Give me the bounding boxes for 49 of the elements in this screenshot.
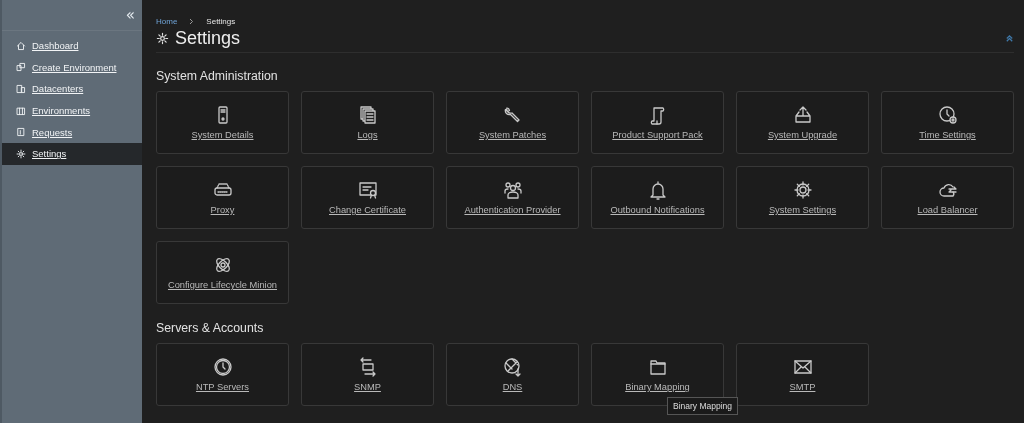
collapse-button[interactable]: « xyxy=(125,6,135,24)
section-heading: System Administration xyxy=(156,69,279,83)
settings-icon xyxy=(16,148,26,159)
document-icon xyxy=(16,127,26,138)
settings-tile[interactable]: Logs xyxy=(301,91,434,154)
sidebar-item[interactable]: Settings xyxy=(2,142,142,165)
folder-icon xyxy=(647,357,668,377)
breadcrumb-current: Settings xyxy=(206,17,236,26)
building-icon xyxy=(16,105,26,116)
settings-tile[interactable]: System Settings xyxy=(736,166,869,229)
sidebar-item[interactable]: Dashboard xyxy=(2,35,142,57)
chevron-icon xyxy=(189,18,195,25)
settings-tile[interactable]: Change Certificate xyxy=(301,166,434,229)
settings-tile[interactable]: DNS xyxy=(446,343,579,406)
settings-icon xyxy=(156,31,169,45)
sidebar-item[interactable]: Create Environment xyxy=(2,56,142,79)
settings-tile[interactable]: Product Support Pack xyxy=(591,91,724,154)
tooltip: Binary Mapping xyxy=(667,397,739,415)
people-icon xyxy=(502,180,523,200)
globe-icon xyxy=(502,357,523,377)
certificate-icon xyxy=(357,180,378,200)
settings-tile[interactable]: NTP Servers xyxy=(156,343,289,406)
settings-tile[interactable]: Time Settings xyxy=(881,91,1014,154)
section-heading: Servers & Accounts xyxy=(156,321,265,335)
settings-tile[interactable]: Load Balancer xyxy=(881,166,1014,229)
collapse-up-icon[interactable] xyxy=(1005,33,1014,43)
breadcrumb-link[interactable]: Home xyxy=(156,17,178,26)
settings-tile[interactable]: SNMP xyxy=(301,343,434,406)
sidebar-item[interactable]: Requests xyxy=(2,121,142,143)
gear-icon xyxy=(792,180,813,200)
tray-upload-icon xyxy=(792,105,813,125)
settings-tile[interactable]: Authentication Provider xyxy=(446,166,579,229)
home-icon xyxy=(16,40,26,51)
settings-tile[interactable]: System Patches xyxy=(446,91,579,154)
settings-tile[interactable]: SMTP xyxy=(736,343,869,406)
page-title: Settings xyxy=(175,27,241,49)
mail-icon xyxy=(792,357,813,377)
sidebar-item[interactable]: Environments xyxy=(2,99,142,122)
documents-icon xyxy=(357,105,378,125)
building-icon xyxy=(16,62,26,73)
settings-tile[interactable]: Outbound Notifications xyxy=(591,166,724,229)
settings-tile[interactable]: System Details xyxy=(156,91,289,154)
settings-tile[interactable]: Configure Lifecycle Minion xyxy=(156,241,289,304)
sidebar-item[interactable]: Datacenters xyxy=(2,78,142,100)
settings-tile[interactable]: Proxy xyxy=(156,166,289,229)
building-icon xyxy=(16,84,26,94)
clock-icon xyxy=(212,357,233,377)
clock-gear-icon xyxy=(937,105,958,125)
settings-tile[interactable]: System Upgrade xyxy=(736,91,869,154)
